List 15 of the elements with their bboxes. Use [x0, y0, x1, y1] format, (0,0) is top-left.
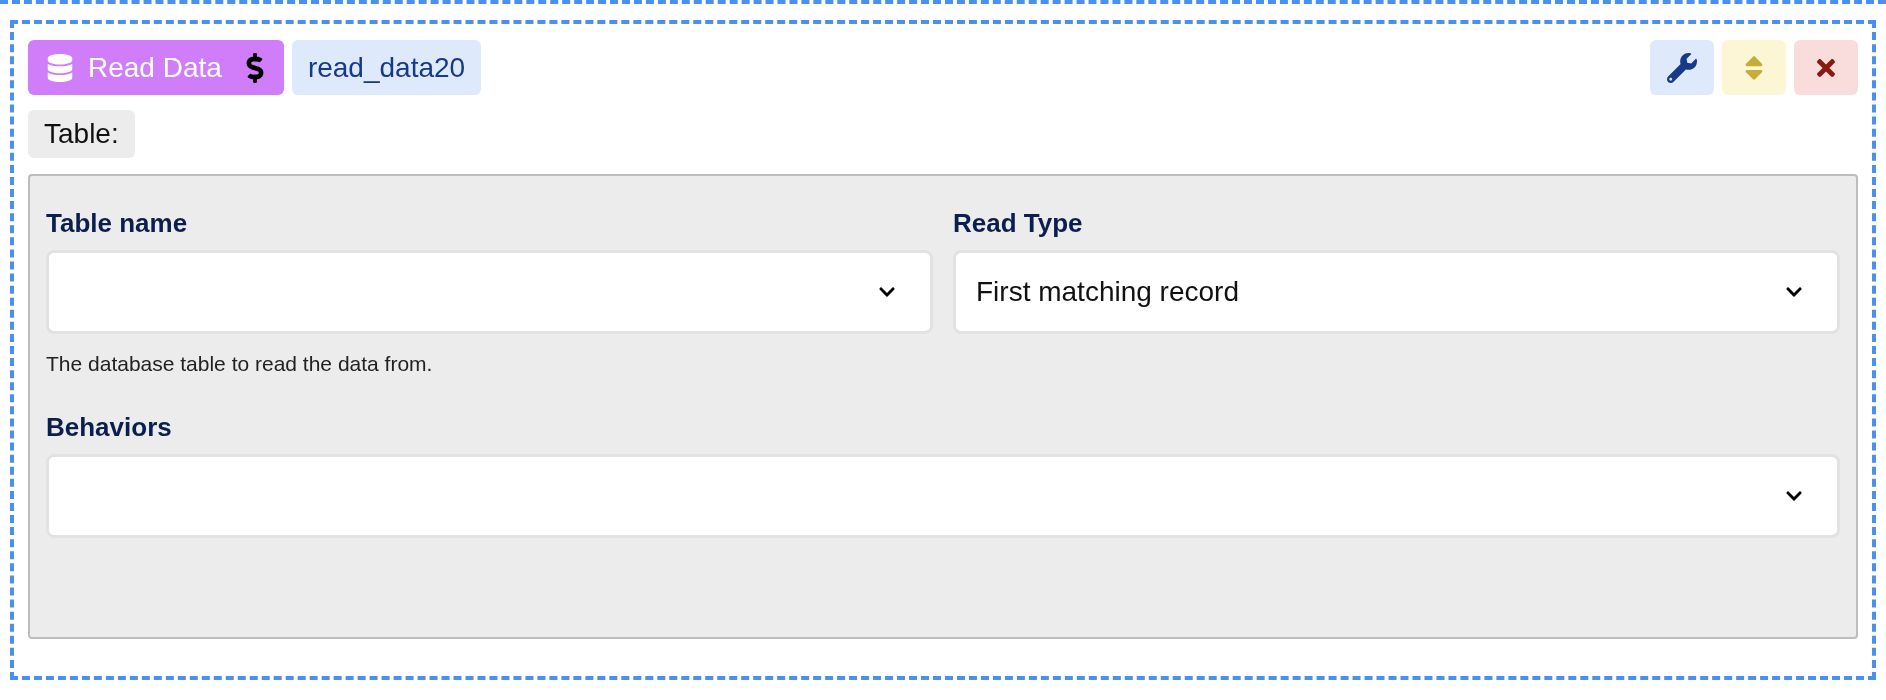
- wrench-icon: [1667, 52, 1697, 83]
- database-icon: [46, 53, 74, 82]
- block-type-badge: Read Data: [28, 40, 284, 95]
- field-label: Read Type: [953, 210, 1084, 236]
- field-label: Behaviors: [46, 413, 173, 440]
- reorder-button[interactable]: [1722, 40, 1786, 95]
- select-field[interactable]: [46, 250, 933, 334]
- close-button[interactable]: [1794, 40, 1858, 95]
- help-text: The database table to read the data from.: [46, 351, 434, 377]
- select-field[interactable]: [46, 453, 1840, 538]
- block-name-badge: read_data20: [291, 40, 482, 95]
- section-label: Table:: [28, 110, 135, 158]
- settings-button[interactable]: [1650, 40, 1714, 95]
- select-field[interactable]: First matching record: [953, 250, 1840, 334]
- field-label: Table name: [46, 210, 189, 236]
